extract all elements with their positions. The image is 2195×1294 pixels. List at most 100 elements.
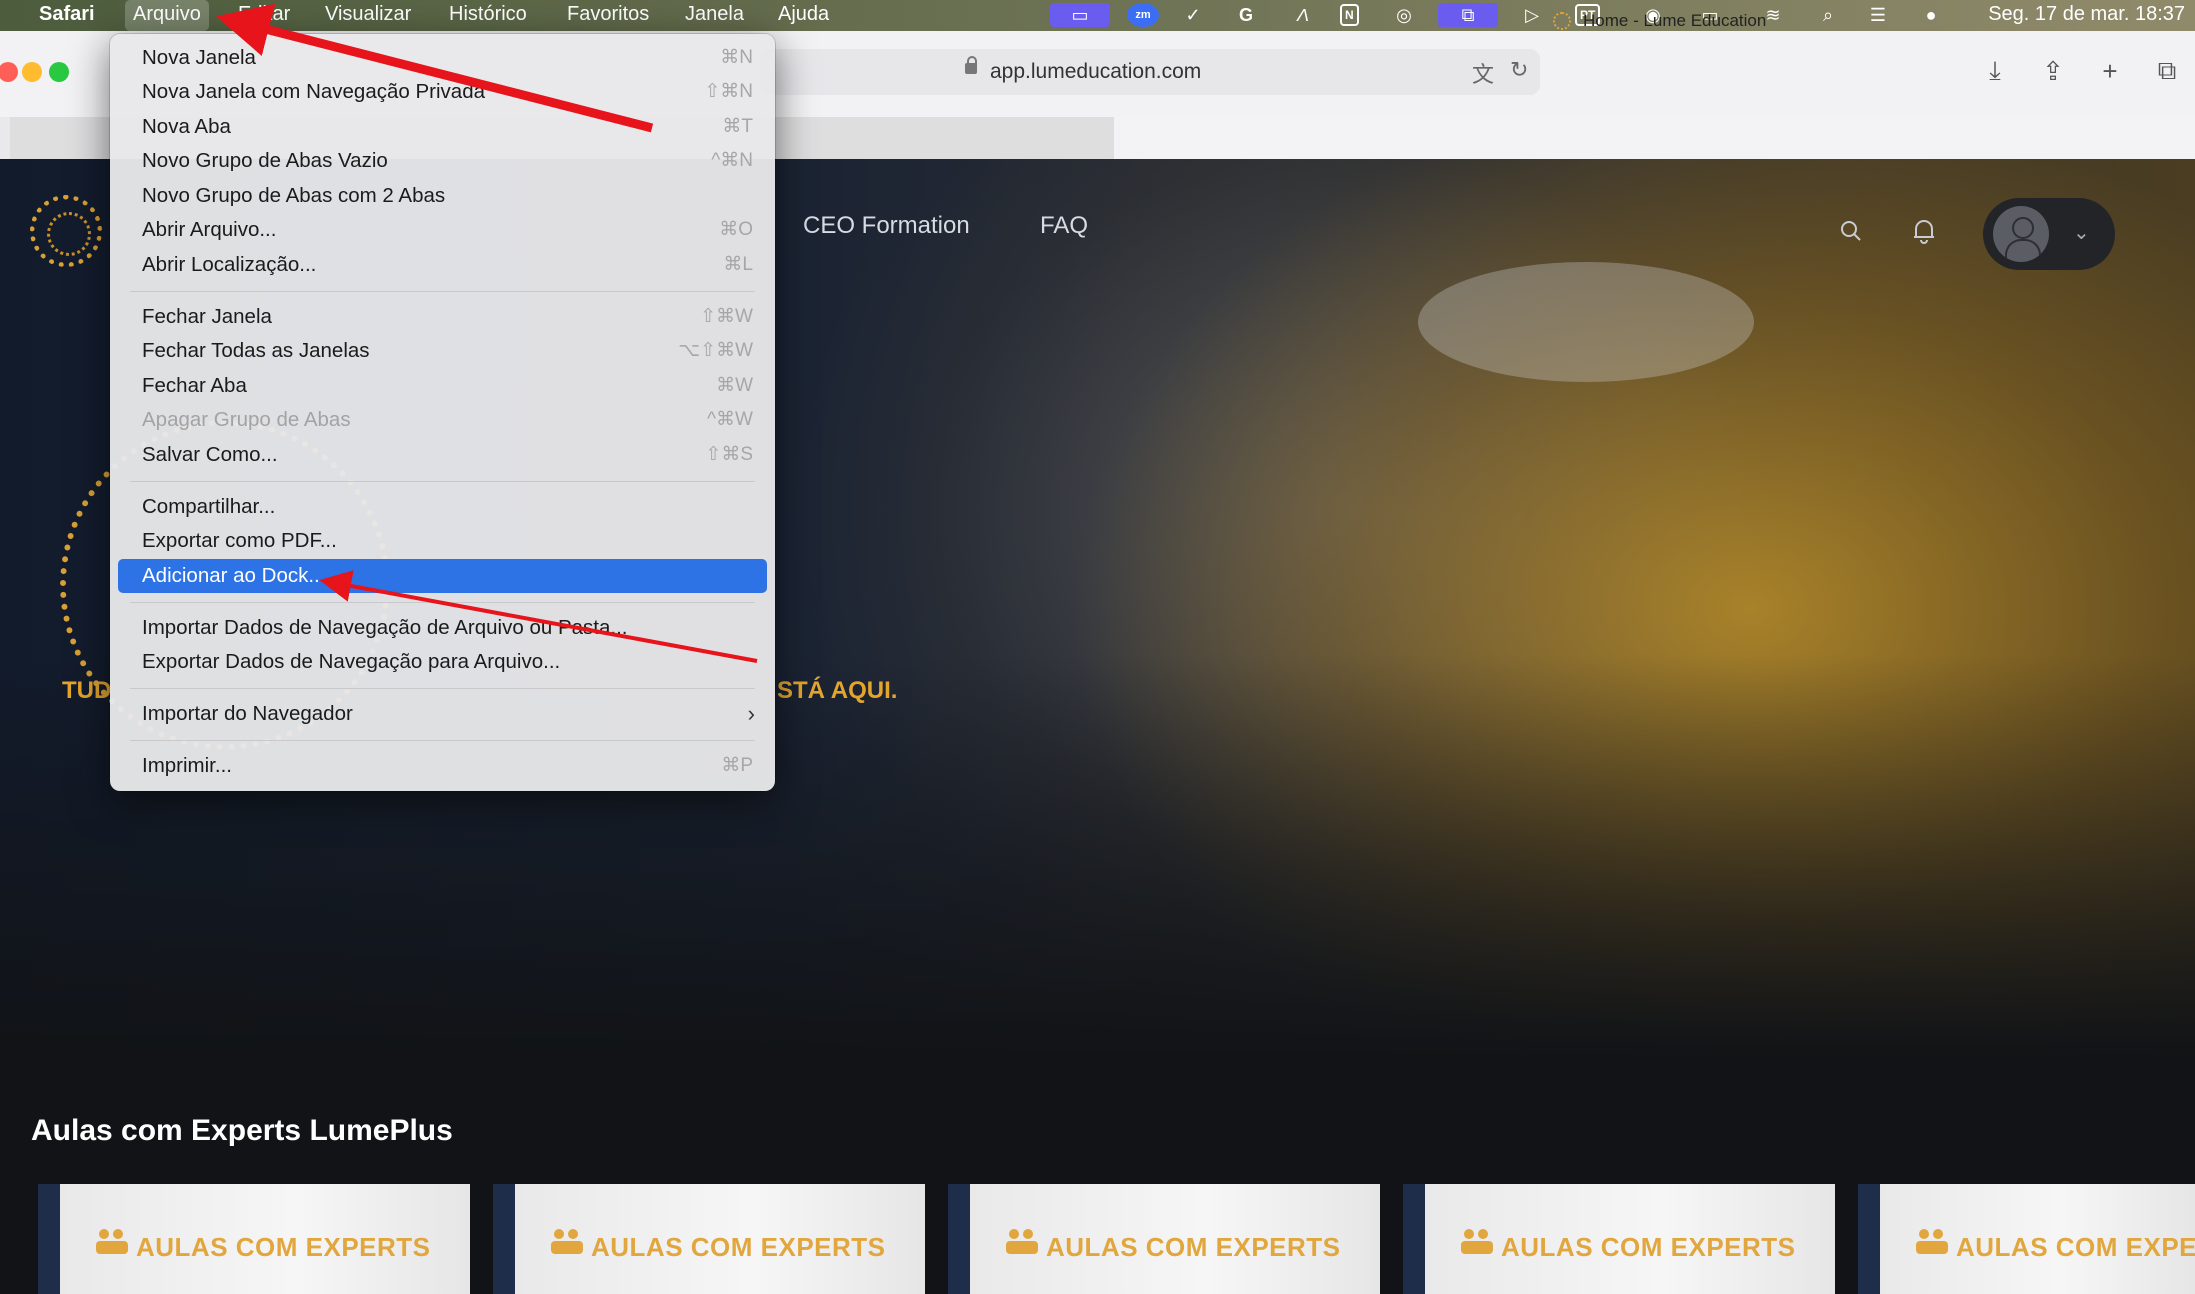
menu-item-label: Fechar Janela <box>142 305 272 328</box>
hero-tagline-start: TUD <box>62 677 112 704</box>
script-icon[interactable]: Λ <box>1290 3 1316 27</box>
menu-item-salvar-como[interactable]: Salvar Como... ⇧⌘S <box>118 438 767 472</box>
menu-item-fechar-janela[interactable]: Fechar Janela ⇧⌘W <box>118 300 767 334</box>
control-center-icon[interactable]: ☰ <box>1860 3 1896 27</box>
siri-icon[interactable]: ● <box>1918 3 1944 27</box>
hero-tagline-end: STÁ AQUI. <box>777 677 898 704</box>
zoom-icon[interactable]: zm <box>1127 3 1159 27</box>
menu-item-label: Compartilhar... <box>142 495 276 518</box>
menu-item-shortcut: ⌘P <box>721 755 753 776</box>
people-icon <box>1916 1229 1948 1254</box>
menu-item-importar-dados[interactable]: Importar Dados de Navegação de Arquivo o… <box>118 611 767 645</box>
menu-bar-clock[interactable]: Seg. 17 de mar. 18:37 <box>1988 0 2185 28</box>
menu-item-novo-grupo-vazio[interactable]: Novo Grupo de Abas Vazio ^⌘N <box>118 144 767 178</box>
menu-item-label: Novo Grupo de Abas com 2 Abas <box>142 184 446 207</box>
menu-ajuda[interactable]: Ajuda <box>778 0 829 31</box>
menu-item-imprimir[interactable]: Imprimir... ⌘P <box>118 749 767 783</box>
downloads-icon[interactable]: ⤓ <box>1978 54 2012 88</box>
menu-item-label: Nova Janela <box>142 46 256 69</box>
tab-favicon-icon <box>1553 12 1571 30</box>
menu-item-nova-aba[interactable]: Nova Aba ⌘T <box>118 110 767 144</box>
avatar <box>1993 206 2049 262</box>
people-icon <box>1006 1229 1038 1254</box>
course-card[interactable]: AULAS COM EXPE <box>1858 1184 2195 1294</box>
lock-icon <box>965 56 977 74</box>
card-label: AULAS COM EXPERTS <box>591 1232 886 1262</box>
menu-arquivo[interactable]: Arquivo <box>125 0 209 31</box>
tab-active[interactable] <box>1114 117 2195 159</box>
tab-title[interactable]: Home - Lume Education <box>1583 0 1766 42</box>
menu-item-label: Nova Janela com Navegação Privada <box>142 80 485 103</box>
section-title: Aulas com Experts LumePlus <box>31 1114 453 1147</box>
profile-menu-button[interactable]: ⌄ <box>1983 198 2115 270</box>
menu-item-fechar-aba[interactable]: Fechar Aba ⌘W <box>118 369 767 403</box>
menu-item-label: Fechar Aba <box>142 374 247 397</box>
address-bar[interactable]: app.lumeducation.com 文 ↻ <box>760 49 1540 95</box>
macos-menu-bar: Safari Arquivo Editar Visualizar Históri… <box>0 0 2195 31</box>
search-icon[interactable] <box>1840 220 1862 242</box>
minimize-window-button[interactable] <box>22 62 42 82</box>
airdrop-icon[interactable]: ◎ <box>1390 3 1418 27</box>
notion-icon[interactable]: N <box>1340 4 1359 26</box>
nav-faq[interactable]: FAQ <box>1040 212 1088 240</box>
menu-item-nova-janela[interactable]: Nova Janela ⌘N <box>118 41 767 75</box>
people-icon <box>1461 1229 1493 1254</box>
menu-item-shortcut: ⇧⌘W <box>700 306 753 327</box>
menu-item-label: Imprimir... <box>142 754 232 777</box>
menu-item-novo-grupo-2-abas[interactable]: Novo Grupo de Abas com 2 Abas <box>118 179 767 213</box>
address-bar-url[interactable]: app.lumeducation.com <box>990 49 1201 95</box>
menu-visualizar[interactable]: Visualizar <box>325 0 411 31</box>
menu-item-abrir-arquivo[interactable]: Abrir Arquivo... ⌘O <box>118 213 767 247</box>
bell-icon[interactable] <box>1912 218 1936 244</box>
course-card[interactable]: AULAS COM EXPERTS <box>38 1184 470 1294</box>
menu-item-importar-navegador[interactable]: Importar do Navegador › <box>118 697 767 731</box>
grammarly-icon[interactable]: G <box>1233 3 1259 27</box>
card-label: AULAS COM EXPE <box>1956 1232 2195 1262</box>
new-tab-icon[interactable]: + <box>2093 54 2127 88</box>
card-label: AULAS COM EXPERTS <box>136 1232 431 1262</box>
menu-item-apagar-grupo: Apagar Grupo de Abas ^⌘W <box>118 403 767 437</box>
zoom-window-button[interactable] <box>49 62 69 82</box>
menu-item-exportar-dados[interactable]: Exportar Dados de Navegação para Arquivo… <box>118 645 767 679</box>
course-card[interactable]: AULAS COM EXPERTS <box>948 1184 1380 1294</box>
menu-separator <box>130 602 755 603</box>
menu-item-shortcut: ⌥⇧⌘W <box>678 340 753 361</box>
menu-item-fechar-todas[interactable]: Fechar Todas as Janelas ⌥⇧⌘W <box>118 334 767 368</box>
checkmark-circle-icon[interactable]: ✓ <box>1180 3 1206 27</box>
screen-share-icon[interactable]: ▭ <box>1050 3 1110 27</box>
menu-favoritos[interactable]: Favoritos <box>567 0 649 31</box>
menu-item-adicionar-dock[interactable]: Adicionar ao Dock... <box>118 559 767 593</box>
course-card[interactable]: AULAS COM EXPERTS <box>493 1184 925 1294</box>
menu-historico[interactable]: Histórico <box>449 0 527 31</box>
site-logo-icon[interactable] <box>30 195 102 267</box>
menu-item-nova-janela-privada[interactable]: Nova Janela com Navegação Privada ⇧⌘N <box>118 75 767 109</box>
reload-icon[interactable]: ↻ <box>1510 57 1528 83</box>
menu-item-label: Salvar Como... <box>142 443 278 466</box>
file-menu-dropdown: Nova Janela ⌘N Nova Janela com Navegação … <box>110 34 775 791</box>
tab-overview-icon[interactable]: ⧉ <box>2150 54 2184 88</box>
menu-separator <box>130 688 755 689</box>
translate-icon[interactable]: 文 <box>1472 57 1494 89</box>
menu-item-abrir-localizacao[interactable]: Abrir Localização... ⌘L <box>118 248 767 282</box>
menu-safari[interactable]: Safari <box>39 0 95 31</box>
menu-item-shortcut: ⌘N <box>720 47 753 68</box>
menu-separator <box>130 481 755 482</box>
share-icon[interactable]: ⇪ <box>2036 54 2070 88</box>
menu-item-shortcut: ⇧⌘S <box>705 444 753 465</box>
menu-item-label: Abrir Arquivo... <box>142 218 277 241</box>
menu-separator <box>130 740 755 741</box>
menu-item-label: Abrir Localização... <box>142 253 317 276</box>
menu-item-label: Exportar como PDF... <box>142 529 337 552</box>
play-icon[interactable]: ▷ <box>1518 3 1546 27</box>
nav-ceo-formation[interactable]: CEO Formation <box>803 212 970 240</box>
spotlight-icon[interactable]: ⌕ <box>1815 3 1841 27</box>
menu-item-compartilhar[interactable]: Compartilhar... <box>118 490 767 524</box>
course-card[interactable]: AULAS COM EXPERTS <box>1403 1184 1835 1294</box>
menu-item-exportar-pdf[interactable]: Exportar como PDF... <box>118 524 767 558</box>
card-label: AULAS COM EXPERTS <box>1046 1232 1341 1262</box>
menu-item-label: Exportar Dados de Navegação para Arquivo… <box>142 650 561 673</box>
window-icon[interactable]: ⧉ <box>1438 3 1498 27</box>
menu-editar[interactable]: Editar <box>238 0 290 31</box>
chevron-right-icon: › <box>747 701 755 726</box>
menu-janela[interactable]: Janela <box>685 0 744 31</box>
